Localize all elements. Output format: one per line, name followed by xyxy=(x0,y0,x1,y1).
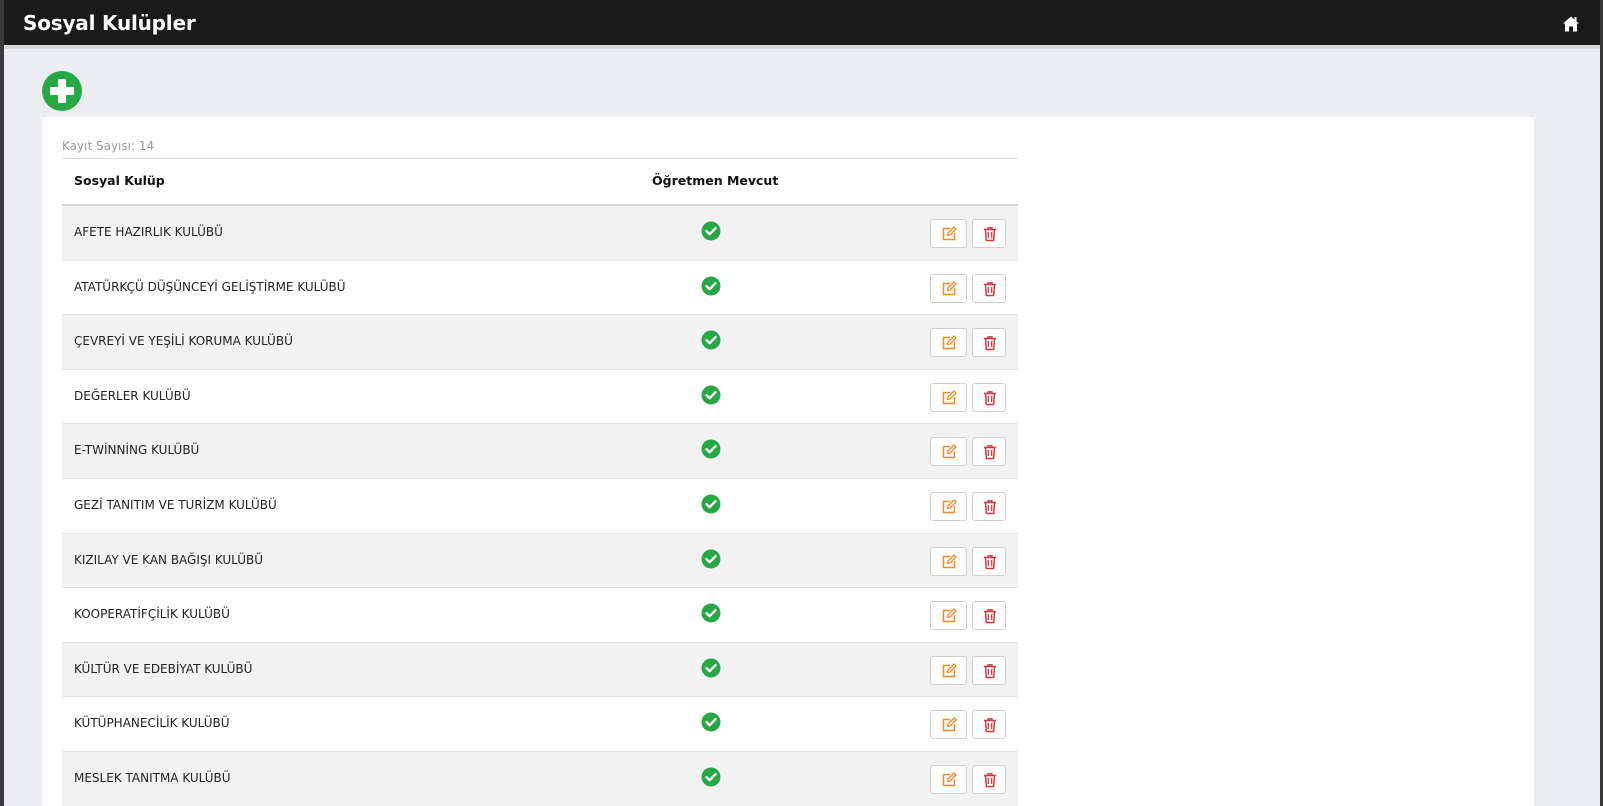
table-row: ATATÜRKÇÜ DÜŞÜNCEYİ GELİŞTİRME KULÜBÜ xyxy=(62,260,1018,316)
trash-icon xyxy=(984,554,996,569)
edit-button[interactable] xyxy=(930,491,967,521)
delete-button[interactable] xyxy=(972,491,1006,521)
check-circle-icon xyxy=(701,385,721,405)
delete-button[interactable] xyxy=(972,382,1006,412)
trash-icon xyxy=(984,663,996,678)
table-row: AFETE HAZIRLIK KULÜBÜ xyxy=(62,206,1018,261)
club-name: KÜTÜPHANECİLİK KULÜBÜ xyxy=(74,716,230,731)
edit-icon xyxy=(942,226,957,241)
delete-button[interactable] xyxy=(972,328,1006,358)
club-name: MESLEK TANITMA KULÜBÜ xyxy=(74,770,231,785)
trash-icon xyxy=(984,227,996,242)
edit-icon xyxy=(942,772,957,787)
table-body: AFETE HAZIRLIK KULÜBÜ ATATÜRKÇÜ DÜŞÜNCEYİ… xyxy=(62,206,1018,806)
table-row: KÜTÜPHANECİLİK KULÜBÜ xyxy=(62,697,1018,752)
edit-button[interactable] xyxy=(930,546,967,576)
table-row: KÜLTÜR VE EDEBİYAT KULÜBÜ xyxy=(62,642,1018,698)
check-circle-icon xyxy=(701,330,721,350)
check-circle-icon xyxy=(701,712,721,732)
delete-button[interactable] xyxy=(972,655,1006,685)
table-row: KOOPERATİFÇİLİK KULÜBÜ xyxy=(62,588,1018,643)
club-name: GEZİ TANITIM VE TURİZM KULÜBÜ xyxy=(74,497,277,512)
edit-icon xyxy=(942,553,957,568)
clubs-table: Sosyal Kulüp Öğretmen Mevcut AFETE HAZIR… xyxy=(62,158,1018,806)
trash-icon xyxy=(984,281,996,296)
delete-button[interactable] xyxy=(972,219,1006,248)
edit-button[interactable] xyxy=(930,655,967,685)
table-row: ÇEVREYİ VE YEŞİLİ KORUMA KULÜBÜ xyxy=(62,315,1018,370)
trash-icon xyxy=(984,773,996,788)
club-name: KÜLTÜR VE EDEBİYAT KULÜBÜ xyxy=(74,661,253,676)
table-row: E-TWİNNİNG KULÜBÜ xyxy=(62,424,1018,479)
edit-icon xyxy=(942,390,957,405)
edit-button[interactable] xyxy=(930,382,967,412)
delete-button[interactable] xyxy=(972,710,1006,740)
clubs-card: Kayıt Sayısı: 14 Sosyal Kulüp Öğretmen M… xyxy=(42,117,1534,806)
club-name: ÇEVREYİ VE YEŞİLİ KORUMA KULÜBÜ xyxy=(74,334,293,349)
edit-icon xyxy=(942,335,957,350)
club-name: KIZILAY VE KAN BAĞIŞI KULÜBÜ xyxy=(74,552,264,567)
club-name: E-TWİNNİNG KULÜBÜ xyxy=(74,443,200,458)
table-row: KIZILAY VE KAN BAĞIŞI KULÜBÜ xyxy=(62,533,1018,589)
edit-button[interactable] xyxy=(930,764,967,794)
trash-icon xyxy=(984,390,996,406)
trash-icon xyxy=(984,609,996,624)
table-row: DEĞERLER KULÜBÜ xyxy=(62,369,1018,425)
check-circle-icon xyxy=(701,767,721,787)
edit-button[interactable] xyxy=(930,710,967,740)
edit-button[interactable] xyxy=(930,273,967,303)
record-count: Kayıt Sayısı: 14 xyxy=(62,139,155,153)
delete-button[interactable] xyxy=(972,601,1006,631)
check-circle-icon xyxy=(701,221,721,241)
check-circle-icon xyxy=(701,549,721,569)
club-name: ATATÜRKÇÜ DÜŞÜNCEYİ GELİŞTİRME KULÜBÜ xyxy=(74,279,346,294)
club-name: AFETE HAZIRLIK KULÜBÜ xyxy=(74,225,223,239)
edit-button[interactable] xyxy=(930,328,967,358)
edit-button[interactable] xyxy=(930,437,967,467)
trash-icon xyxy=(984,500,996,515)
check-circle-icon xyxy=(701,439,721,459)
edit-icon xyxy=(942,608,957,623)
page-title: Sosyal Kulüpler xyxy=(23,11,196,35)
check-circle-icon xyxy=(701,494,721,514)
table-header: Sosyal Kulüp Öğretmen Mevcut xyxy=(62,159,1018,206)
delete-button[interactable] xyxy=(972,437,1006,467)
club-name: KOOPERATİFÇİLİK KULÜBÜ xyxy=(74,607,230,622)
add-club-button[interactable] xyxy=(42,71,82,111)
edit-icon xyxy=(942,717,957,732)
edit-icon xyxy=(942,663,957,677)
home-icon[interactable] xyxy=(1562,15,1580,33)
table-row: MESLEK TANITMA KULÜBÜ xyxy=(62,751,1018,806)
table-row: GEZİ TANITIM VE TURİZM KULÜBÜ xyxy=(62,478,1018,534)
edit-button[interactable] xyxy=(930,219,967,248)
app-window: Sosyal Kulüpler Kayıt Sayısı: 14 Sosyal … xyxy=(4,0,1600,806)
top-bar: Sosyal Kulüpler xyxy=(4,0,1600,49)
trash-icon xyxy=(984,718,996,733)
trash-icon xyxy=(984,445,996,460)
check-circle-icon xyxy=(701,603,721,623)
column-header-teacher: Öğretmen Mevcut xyxy=(652,173,779,188)
trash-icon xyxy=(984,336,996,351)
edit-icon xyxy=(942,280,957,295)
edit-icon xyxy=(942,444,957,459)
edit-button[interactable] xyxy=(930,601,967,631)
check-circle-icon xyxy=(701,276,721,296)
column-header-club: Sosyal Kulüp xyxy=(74,173,165,188)
delete-button[interactable] xyxy=(972,273,1006,303)
plus-circle-icon xyxy=(50,79,74,103)
club-name: DEĞERLER KULÜBÜ xyxy=(74,388,191,403)
check-circle-icon xyxy=(701,658,721,678)
edit-icon xyxy=(942,499,957,514)
delete-button[interactable] xyxy=(972,546,1006,576)
delete-button[interactable] xyxy=(972,764,1006,794)
